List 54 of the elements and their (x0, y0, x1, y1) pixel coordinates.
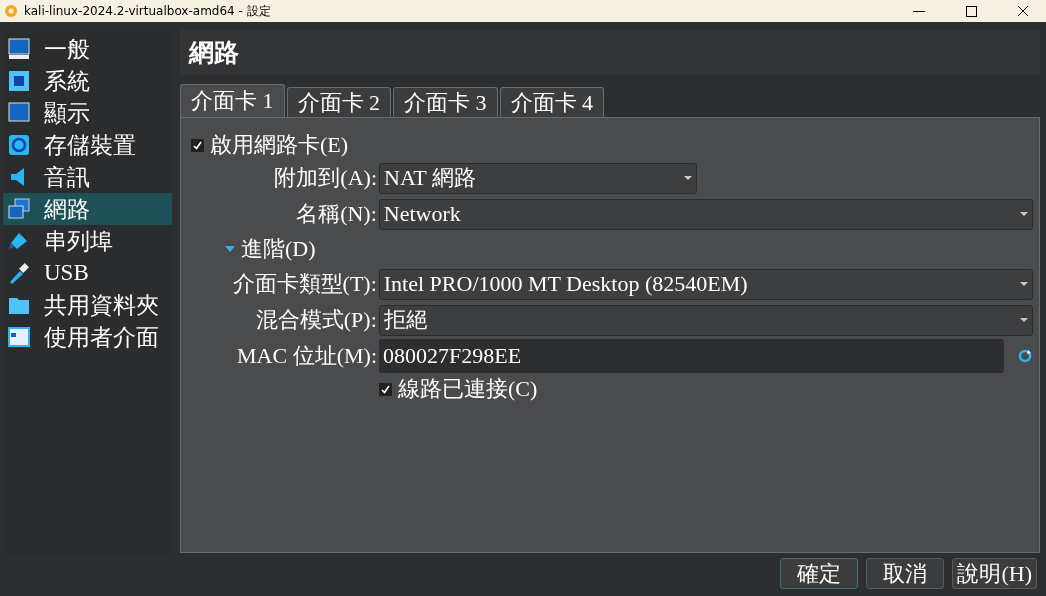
section-toggle[interactable]: 進階(D) (241, 234, 316, 264)
network-icon (8, 198, 30, 220)
check-icon (381, 384, 390, 394)
caret-icon (1020, 211, 1028, 217)
window-icon (8, 326, 30, 348)
close-icon (1017, 5, 1029, 17)
field-label: 介面卡類型(T): (231, 270, 377, 298)
dialog-button[interactable]: 確定 (780, 558, 859, 589)
input-field[interactable]: 080027F298EE (379, 339, 1004, 373)
tab[interactable]: 介面卡 1 (180, 84, 285, 117)
checkbox-label: 線路已連接(C) (398, 375, 538, 403)
display-icon (8, 102, 30, 124)
sidebar-item[interactable]: 系統 (3, 65, 172, 97)
sidebar-item[interactable]: 使用者介面 (3, 321, 172, 353)
dialog-button[interactable]: 說明(H) (952, 558, 1037, 589)
caret-icon (1020, 281, 1028, 287)
tab[interactable]: 介面卡 2 (286, 87, 391, 117)
checkbox[interactable] (379, 382, 392, 396)
field-label: MAC 位址(M): (236, 342, 377, 370)
app-icon (4, 4, 18, 18)
field-label: 混合模式(P): (254, 306, 377, 334)
field-label: 名稱(N): (295, 200, 377, 228)
dropdown[interactable]: Intel PRO/1000 MT Desktop (82540EM) (378, 268, 1033, 300)
sidebar-item[interactable]: 共用資料夾 (3, 289, 172, 321)
dropdown[interactable]: 拒絕 (378, 304, 1033, 336)
check-icon (193, 140, 202, 150)
dialog-button[interactable]: 取消 (866, 558, 945, 589)
minimize-icon (913, 10, 925, 12)
field-label: 附加到(A): (273, 164, 377, 192)
sidebar-item[interactable]: USB (3, 257, 172, 289)
tab[interactable]: 介面卡 4 (499, 87, 604, 117)
caret-icon (1020, 317, 1028, 323)
window-title: kali-linux-2024.2-virtualbox-amd64 - 設定 (24, 2, 272, 20)
tab[interactable]: 介面卡 3 (393, 87, 498, 117)
page-title: 網路 (180, 30, 1040, 75)
sidebar-item[interactable]: 網路 (3, 193, 172, 225)
usb-icon (8, 262, 30, 284)
plug-icon (8, 230, 30, 252)
sidebar-item[interactable]: 音訊 (3, 161, 172, 193)
checkbox-label: 啟用網路卡(E) (210, 131, 349, 159)
refresh-icon[interactable] (1018, 349, 1032, 363)
caret-icon (684, 175, 692, 181)
dropdown[interactable]: Network (378, 198, 1033, 230)
maximize-icon (965, 5, 977, 17)
sidebar-item[interactable]: 串列埠 (3, 225, 172, 257)
chip-icon (8, 70, 30, 92)
checkbox[interactable] (191, 138, 204, 152)
sidebar-item[interactable]: 存儲裝置 (3, 129, 172, 161)
sidebar-item[interactable]: 顯示 (3, 97, 172, 129)
triangle-icon[interactable] (225, 245, 235, 253)
monitor-icon (8, 38, 30, 60)
dropdown[interactable]: NAT 網路 (379, 162, 697, 194)
sidebar-item[interactable]: 一般 (3, 33, 172, 65)
disk-icon (8, 134, 30, 156)
